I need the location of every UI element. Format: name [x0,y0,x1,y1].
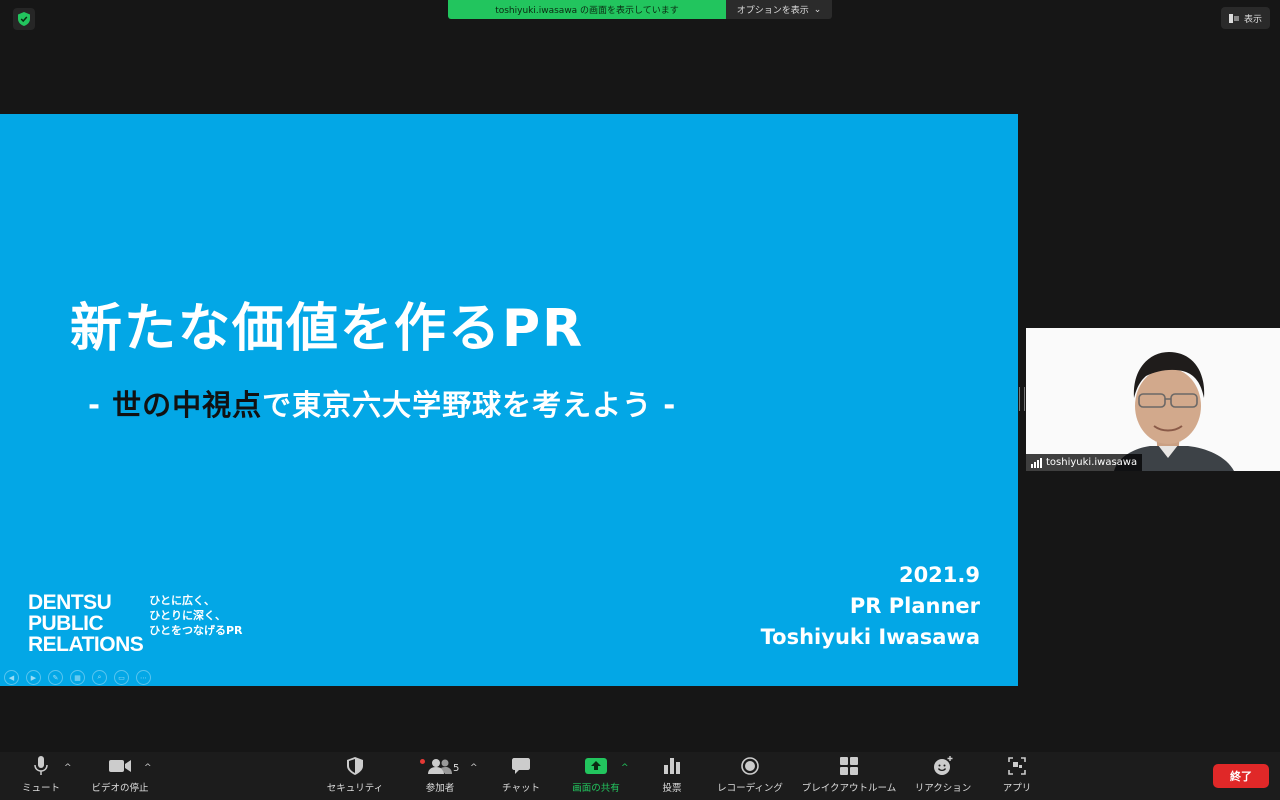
microphone-icon [34,756,48,775]
subtitle-rest: で東京六大学野球を考えよう - [262,388,677,422]
video-options-caret[interactable]: ^ [144,763,152,773]
slide-controls: ◀ ▶ ✎ ▦ ⌕ ▭ ⋯ [4,670,151,685]
chat-label: チャット [502,783,540,794]
mute-label: ミュート [21,783,60,794]
participant-video-tile[interactable]: toshiyuki.iwasawa [1026,328,1280,471]
logo-line-2: PUBLIC [28,612,104,635]
next-slide-icon[interactable]: ▶ [26,670,41,685]
view-layout-icon [1228,13,1239,23]
breakout-rooms-button[interactable]: ブレイクアウトルーム [798,752,900,800]
reactions-button[interactable]: リアクション [910,752,976,800]
slide-meta: 2021.9 PR Planner Toshiyuki Iwasawa [761,560,980,653]
participants-count: 5 [453,763,460,774]
participants-options-caret[interactable]: ^ [470,763,478,773]
reactions-label: リアクション [914,783,972,794]
recording-button[interactable]: レコーディング [712,752,788,800]
slide-author: Toshiyuki Iwasawa [760,625,980,649]
logo-line-3: RELATIONS [28,633,144,656]
encryption-shield-icon[interactable] [13,8,35,30]
share-screen-label: 画面の共有 [572,783,620,794]
share-screen-button[interactable]: 画面の共有 [566,752,626,800]
tagline-line-1: ひとに広く、 [149,594,215,607]
meeting-toolbar: ミュート ^ ビデオの停止 ^ セキュリティ 参加者 5 ^ チャット 画面の共… [0,752,1280,800]
security-label: セキュリティ [326,783,384,794]
zoom-icon[interactable]: ⌕ [92,670,107,685]
poll-button[interactable]: 投票 [652,752,692,800]
end-meeting-button[interactable]: 終了 [1213,764,1269,788]
video-camera-icon [109,760,131,772]
tagline-line-3: ひとをつなげるPR [149,624,243,637]
breakout-rooms-icon [840,757,858,775]
more-options-icon[interactable]: ⋯ [136,670,151,685]
slide-date: 2021.9 [898,563,980,587]
participant-name-label: toshiyuki.iwasawa [1026,454,1143,471]
tagline-line-2: ひとりに深く、 [149,609,226,622]
participant-video-image [1026,328,1280,471]
logo-line-1: DENTSU [28,591,112,614]
view-button[interactable]: 表示 [1220,7,1270,29]
security-shield-icon [347,757,363,775]
security-button[interactable]: セキュリティ [322,752,388,800]
subtitle-prefix: - [88,388,113,422]
share-status-text: toshiyuki.iwasawa の画面を表示しています [448,0,726,19]
recording-label: レコーディング [717,783,783,794]
split-view-handle[interactable] [1019,387,1025,411]
slide-role: PR Planner [849,594,980,618]
apps-button[interactable]: アプリ [996,752,1038,800]
share-screen-icon [585,758,607,774]
stop-video-label: ビデオの停止 [91,783,149,794]
slide-title: 新たな価値を作るPR [70,299,585,359]
view-options-button[interactable]: オプションを表示 ⌄ [726,0,832,19]
share-options-caret[interactable]: ^ [621,763,629,773]
chevron-down-icon: ⌄ [813,4,822,15]
participants-label: 参加者 [425,783,455,794]
prev-slide-icon[interactable]: ◀ [4,670,19,685]
pen-icon[interactable]: ✎ [48,670,63,685]
poll-chart-icon [664,758,680,774]
mute-button[interactable]: ミュート [18,752,64,800]
subtitle-highlight: 世の中視点 [112,388,263,422]
logo-tagline: ひとに広く、 ひとりに深く、 ひとをつなげるPR [149,592,242,655]
logo-wordmark: DENTSU PUBLIC RELATIONS [28,591,144,656]
audio-options-caret[interactable]: ^ [64,763,72,773]
breakout-rooms-label: ブレイクアウトルーム [801,783,897,794]
apps-icon [1008,757,1026,775]
reaction-smiley-icon [934,756,953,775]
chat-bubble-icon [512,757,530,774]
record-icon [741,757,759,775]
stop-video-button[interactable]: ビデオの停止 [88,752,152,800]
chat-button[interactable]: チャット [498,752,544,800]
poll-label: 投票 [662,783,682,794]
participants-alert-dot [420,759,425,764]
view-options-label: オプションを表示 [736,6,809,16]
participants-icon [428,759,452,774]
participant-name: toshiyuki.iwasawa [1046,457,1138,468]
shared-slide: 新たな価値を作るPR - 世の中視点で東京六大学野球を考えよう - 2021.9… [0,114,1018,686]
slide-subtitle: - 世の中視点で東京六大学野球を考えよう - [88,382,676,424]
view-button-label: 表示 [1243,14,1262,25]
screen-share-banner: toshiyuki.iwasawa の画面を表示しています オプションを表示 ⌄ [448,0,832,19]
signal-strength-icon [1031,457,1042,468]
apps-label: アプリ [1002,783,1032,794]
slides-grid-icon[interactable]: ▦ [70,670,85,685]
dentsu-pr-logo: DENTSU PUBLIC RELATIONS ひとに広く、 ひとりに深く、 ひ… [28,592,242,655]
participants-button[interactable]: 参加者 [418,752,462,800]
subtitle-icon[interactable]: ▭ [114,670,129,685]
